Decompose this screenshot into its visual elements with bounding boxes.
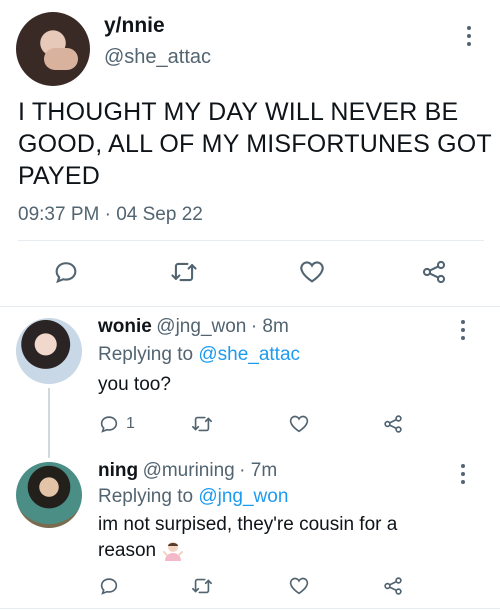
like-icon[interactable] bbox=[288, 412, 310, 436]
tweet-text-line-3: PAYED bbox=[18, 162, 101, 190]
retweet-icon[interactable] bbox=[168, 256, 200, 288]
reply-header: ning @murining · 7m bbox=[98, 460, 277, 482]
tweet-text-line-1: I THOUGHT MY DAY WILL NEVER BE bbox=[18, 98, 459, 126]
share-icon[interactable] bbox=[382, 574, 404, 598]
replying-to-link[interactable]: @jng_won bbox=[198, 486, 288, 507]
divider bbox=[0, 306, 500, 307]
share-icon[interactable] bbox=[418, 256, 450, 288]
more-options-icon[interactable] bbox=[460, 320, 466, 344]
reply-icon bbox=[100, 416, 118, 433]
replying-to: Replying to @jng_won bbox=[98, 486, 288, 508]
reply-handle[interactable]: @jng_won bbox=[156, 316, 246, 337]
shrug-emoji-icon bbox=[162, 540, 184, 562]
reply-text-line-2-wrap: reason bbox=[98, 538, 184, 564]
thread-line bbox=[48, 388, 50, 458]
reply-icon[interactable] bbox=[98, 574, 120, 598]
author-avatar[interactable] bbox=[16, 12, 90, 86]
replying-label: Replying to bbox=[98, 344, 194, 365]
like-icon[interactable] bbox=[296, 256, 328, 288]
reply-time[interactable]: · 7m bbox=[239, 460, 277, 481]
reply-action[interactable]: 1 bbox=[98, 412, 135, 436]
reply-avatar[interactable] bbox=[16, 318, 82, 384]
divider bbox=[18, 240, 484, 241]
author-display-name[interactable]: y/nnie bbox=[104, 14, 165, 38]
reply-text-line-1: you too? bbox=[98, 374, 171, 395]
reply-avatar[interactable] bbox=[16, 462, 82, 528]
reply-time[interactable]: · 8m bbox=[251, 316, 289, 337]
reply-handle[interactable]: @murining bbox=[143, 460, 235, 481]
reply-display-name[interactable]: wonie bbox=[98, 316, 152, 337]
replying-label: Replying to bbox=[98, 486, 194, 507]
reply-count: 1 bbox=[126, 415, 135, 432]
divider bbox=[0, 608, 500, 609]
reply-text-line-1: im not surpised, they're cousin for a bbox=[98, 514, 398, 535]
retweet-icon[interactable] bbox=[190, 574, 214, 598]
more-options-icon[interactable] bbox=[460, 464, 466, 488]
tweet-timestamp[interactable]: 09:37 PM · 04 Sep 22 bbox=[18, 204, 203, 226]
author-handle[interactable]: @she_attac bbox=[104, 46, 211, 69]
more-options-icon[interactable] bbox=[466, 26, 472, 50]
tweet-text-line-2: GOOD, ALL OF MY MISFORTUNES GOT bbox=[18, 130, 492, 158]
reply-display-name[interactable]: ning bbox=[98, 460, 138, 481]
retweet-icon[interactable] bbox=[190, 412, 214, 436]
replying-to: Replying to @she_attac bbox=[98, 344, 300, 366]
share-icon[interactable] bbox=[382, 412, 404, 436]
reply-icon[interactable] bbox=[50, 256, 82, 288]
like-icon[interactable] bbox=[288, 574, 310, 598]
reply-header: wonie @jng_won · 8m bbox=[98, 316, 289, 338]
replying-to-link[interactable]: @she_attac bbox=[198, 344, 300, 365]
reply-text-line-2: reason bbox=[98, 540, 157, 561]
